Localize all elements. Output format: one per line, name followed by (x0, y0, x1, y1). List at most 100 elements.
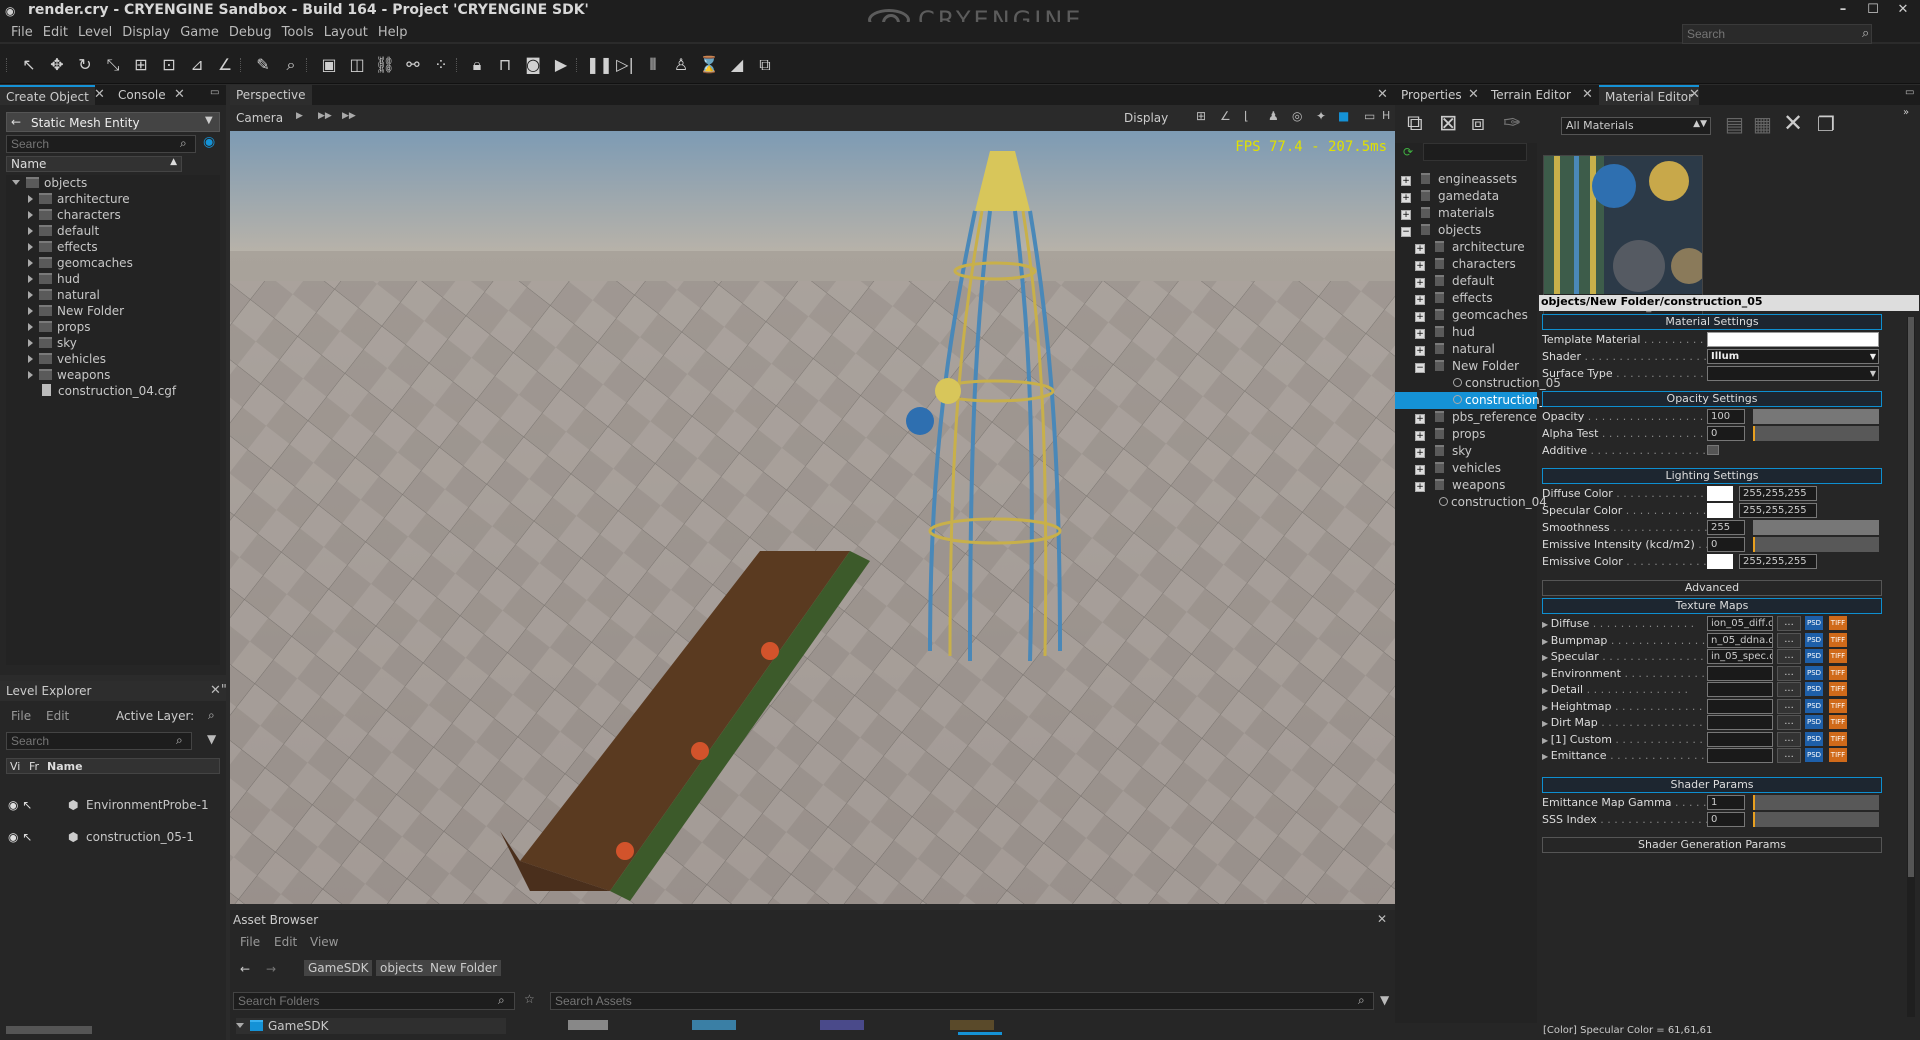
tree-root[interactable]: objects (6, 175, 220, 191)
hourglass-icon[interactable]: ⌛ (698, 54, 720, 76)
psd-icon[interactable]: PSD (1805, 748, 1823, 762)
tree-folder[interactable]: natural (6, 287, 220, 303)
browse-button[interactable]: ... (1777, 698, 1801, 714)
dock-icon[interactable]: ▭ (210, 87, 219, 98)
select-icon[interactable]: ↖ (18, 54, 40, 76)
copy-icon[interactable]: ❐ (1817, 112, 1835, 136)
expand-icon[interactable]: + (1415, 346, 1425, 356)
browse-button[interactable]: ... (1777, 715, 1801, 730)
material-tree-item[interactable]: + characters (1395, 256, 1537, 273)
tree-folder[interactable]: effects (6, 239, 220, 255)
level-explorer-search-input[interactable] (6, 732, 192, 750)
tree-folder[interactable]: hud (6, 271, 220, 287)
sss-index-slider[interactable] (1753, 812, 1879, 827)
section-opacity-settings[interactable]: Opacity Settings (1542, 391, 1882, 407)
search-icon[interactable]: ⌕ (498, 993, 505, 1008)
browse-button[interactable]: ... (1777, 616, 1801, 631)
menu-file[interactable]: File (6, 23, 38, 42)
texture-path-input[interactable] (1707, 682, 1773, 697)
psd-icon[interactable]: PSD (1805, 632, 1823, 647)
smoothness-slider[interactable] (1753, 520, 1879, 535)
unlock-icon[interactable]: ⊓ (494, 54, 516, 76)
horizontal-scrollbar[interactable] (6, 1026, 92, 1034)
close-icon[interactable]: ✕ (1468, 87, 1479, 102)
step-icon[interactable]: ▷| (614, 54, 636, 76)
tree-folder[interactable]: New Folder (6, 303, 220, 319)
folder-tree-gamesdk[interactable]: GameSDK (236, 1018, 506, 1034)
emittance-gamma-input[interactable]: 1 (1707, 795, 1745, 810)
texture-path-input[interactable] (1707, 715, 1773, 730)
diffuse-color-swatch[interactable] (1707, 486, 1733, 501)
grid-icon[interactable]: ⊞ (1196, 109, 1206, 123)
search-icon[interactable]: ⌕ (180, 136, 187, 151)
material-tree-item[interactable]: + hud (1395, 324, 1537, 341)
alpha-test-slider[interactable] (1753, 426, 1879, 441)
browse-button[interactable]: ... (1777, 731, 1801, 747)
find-icon[interactable]: ⌕ (280, 54, 302, 76)
3d-viewport[interactable]: FPS 77.4 - 207.5ms (230, 131, 1395, 904)
cursor-icon[interactable]: ↖ (22, 830, 32, 844)
diffuse-color-input[interactable]: 255,255,255 (1739, 486, 1817, 501)
tiff-icon[interactable]: TIFF (1829, 731, 1847, 746)
tree-folder[interactable]: props (6, 319, 220, 335)
expand-icon[interactable] (28, 211, 33, 219)
tree-folder[interactable]: default (6, 223, 220, 239)
chart-icon[interactable]: ⌊ (1244, 109, 1249, 123)
tab-properties[interactable]: Properties (1395, 85, 1468, 105)
tiff-icon[interactable]: TIFF (1829, 748, 1847, 762)
breadcrumb-gamesdk[interactable]: GameSDK (304, 960, 373, 976)
tab-create-object[interactable]: Create Object (0, 85, 95, 105)
align-icon[interactable]: ⁘ (430, 54, 452, 76)
shader-dropdown[interactable]: Illum ▼ (1707, 349, 1879, 364)
delete-icon[interactable]: ✕ (1783, 109, 1803, 137)
expand-icon[interactable]: + (1415, 482, 1425, 492)
close-icon[interactable]: ✕ (1689, 87, 1700, 102)
expand-icon[interactable] (28, 259, 33, 267)
material-tree-item[interactable]: construction_05 (1395, 375, 1561, 392)
texture-path-input[interactable] (1707, 698, 1773, 714)
properties-scrollbar[interactable] (1907, 317, 1915, 1017)
group-icon[interactable]: ▣ (318, 54, 340, 76)
specular-color-input[interactable]: 255,255,255 (1739, 503, 1817, 518)
expand-icon[interactable] (28, 339, 33, 347)
material-tree-item[interactable]: + architecture (1395, 239, 1537, 256)
create-object-search-input[interactable] (6, 135, 196, 153)
close-icon[interactable]: ✕ (94, 87, 105, 102)
surface-type-dropdown[interactable]: ▼ (1707, 366, 1879, 381)
close-icon[interactable]: ✕" (210, 683, 227, 698)
psd-icon[interactable]: PSD (1805, 649, 1823, 663)
rotate-icon[interactable]: ↻ (74, 54, 96, 76)
expand-icon[interactable] (28, 355, 33, 363)
graph-icon[interactable]: ◢ (726, 54, 748, 76)
tiff-icon[interactable]: TIFF (1829, 682, 1847, 696)
material-tree-item[interactable]: + props (1395, 426, 1537, 443)
material-tree-item[interactable]: + geomcaches (1395, 307, 1537, 324)
search-icon[interactable]: ⌕ (1358, 993, 1365, 1008)
material-tree-item[interactable]: + vehicles (1395, 460, 1537, 477)
menu-display[interactable]: Display (117, 23, 175, 42)
menu-help[interactable]: Help (373, 23, 413, 42)
paint-icon[interactable]: ✎ (252, 54, 274, 76)
search-icon[interactable]: ⌕ (1862, 26, 1869, 41)
tree-folder[interactable]: geomcaches (6, 255, 220, 271)
tiff-icon[interactable]: TIFF (1829, 715, 1847, 729)
expand-icon[interactable]: + (1415, 329, 1425, 339)
snap-surface-icon[interactable]: ⊿ (186, 54, 208, 76)
play-icon[interactable]: ▶ (550, 54, 572, 76)
material-tree-item[interactable]: + effects (1395, 290, 1537, 307)
menu-edit[interactable]: Edit (46, 709, 69, 723)
character-icon[interactable]: ♙ (670, 54, 692, 76)
tiff-icon[interactable]: TIFF (1829, 632, 1847, 647)
material-tree-item[interactable]: + weapons (1395, 477, 1537, 494)
layer-icon[interactable]: ■ (1338, 109, 1349, 123)
expand-icon[interactable] (28, 195, 33, 203)
snap-angle-icon[interactable]: ∠ (214, 54, 236, 76)
flowgraph-icon[interactable]: ⧉ (754, 54, 776, 76)
tiff-icon[interactable]: TIFF (1829, 649, 1847, 663)
camera-icon[interactable]: ◙ (522, 54, 544, 76)
close-icon[interactable]: ✕ (1890, 2, 1916, 20)
section-lighting-settings[interactable]: Lighting Settings (1542, 468, 1882, 484)
refresh-icon[interactable]: ⟳ (1403, 145, 1413, 159)
asset-thumbnail[interactable] (950, 1020, 994, 1030)
table-row[interactable]: ◉ ↖ ⬢ construction_05-1 (8, 829, 218, 845)
